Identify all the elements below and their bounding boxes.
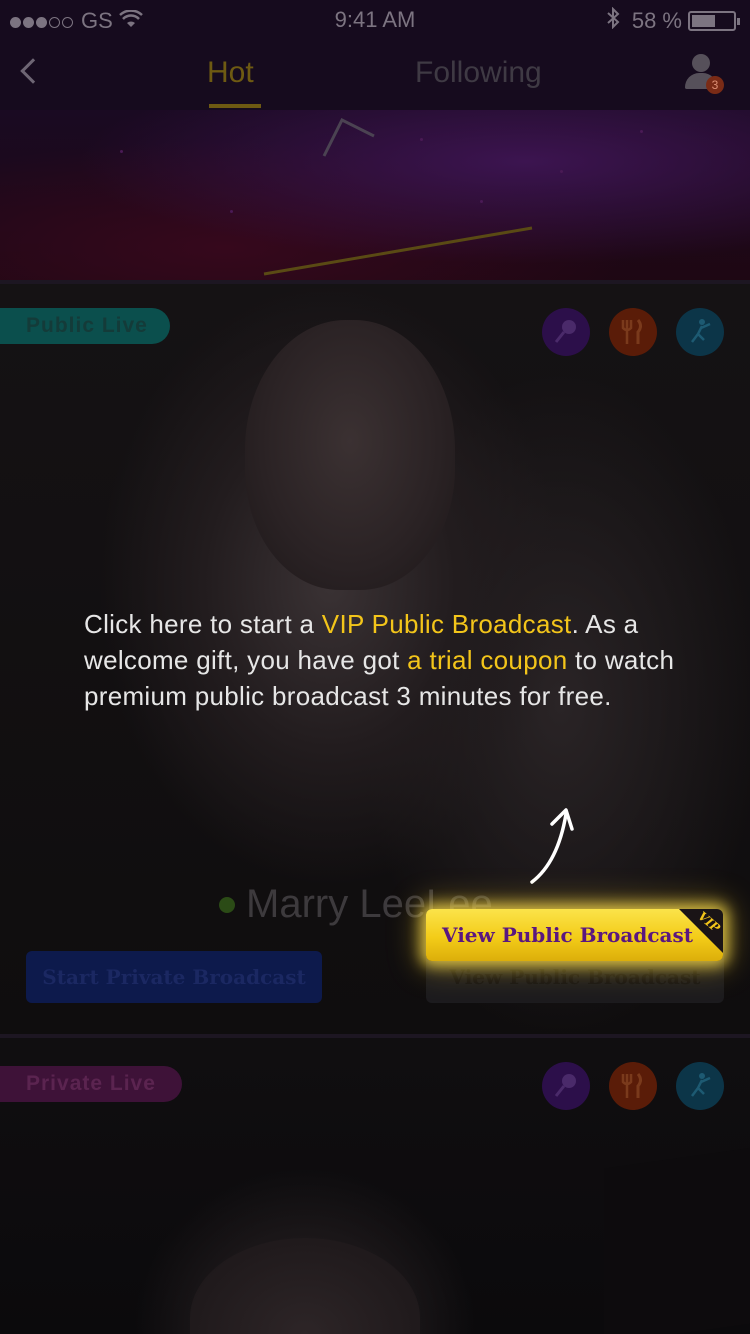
- profile-head: [692, 54, 710, 72]
- banner-triangle-graphic: [322, 118, 375, 157]
- tab-hot[interactable]: Hot: [207, 56, 254, 90]
- banner-triangle-graphic: [263, 226, 533, 276]
- banner-light: [120, 150, 123, 153]
- mic-icon: [542, 308, 590, 356]
- hint-highlight: a trial coupon: [407, 645, 568, 675]
- status-right: 58 %: [606, 6, 740, 35]
- hint-text: Click here to start a: [84, 609, 322, 639]
- promo-banner[interactable]: [0, 110, 750, 282]
- live-card[interactable]: Private Live: [0, 1038, 750, 1334]
- tab-following[interactable]: Following: [415, 56, 542, 90]
- start-private-broadcast-button[interactable]: Start Private Broadcast: [26, 951, 322, 1003]
- battery-icon: [688, 11, 740, 31]
- bluetooth-icon: [606, 6, 620, 35]
- profile-icon[interactable]: 3: [684, 54, 724, 94]
- battery-fill: [692, 15, 715, 27]
- banner-light: [420, 138, 423, 141]
- food-icon: [609, 308, 657, 356]
- vip-button-label: View Public Broadcast: [442, 923, 693, 947]
- public-live-tag: Public Live: [0, 308, 170, 344]
- top-nav: Hot Following 3: [0, 40, 750, 110]
- dance-icon: [676, 1062, 724, 1110]
- battery-percent: 58 %: [631, 8, 682, 33]
- coach-mark-text: Click here to start a VIP Public Broadca…: [84, 606, 684, 714]
- banner-light: [480, 200, 483, 203]
- streamer-photo: [190, 1238, 420, 1334]
- mic-icon: [542, 1062, 590, 1110]
- status-bar: GS 9:41 AM 58 %: [0, 0, 750, 40]
- app-screen: GS 9:41 AM 58 % Hot Following 3 Public L…: [0, 0, 750, 1334]
- food-icon: [609, 1062, 657, 1110]
- banner-light: [560, 170, 563, 173]
- vip-view-public-broadcast-button[interactable]: View Public Broadcast VIP: [426, 909, 723, 961]
- banner-light: [230, 210, 233, 213]
- banner-light: [640, 130, 643, 133]
- dance-icon: [676, 308, 724, 356]
- active-tab-indicator: [209, 104, 261, 108]
- battery-tip: [737, 18, 740, 25]
- background-shape: [604, 1147, 750, 1334]
- streamer-photo: [245, 320, 455, 590]
- notification-badge: 3: [706, 76, 724, 94]
- private-live-tag: Private Live: [0, 1066, 182, 1102]
- back-icon[interactable]: [20, 58, 46, 84]
- pointer-arrow-icon: [530, 808, 574, 884]
- hint-highlight: VIP Public Broadcast: [321, 609, 572, 639]
